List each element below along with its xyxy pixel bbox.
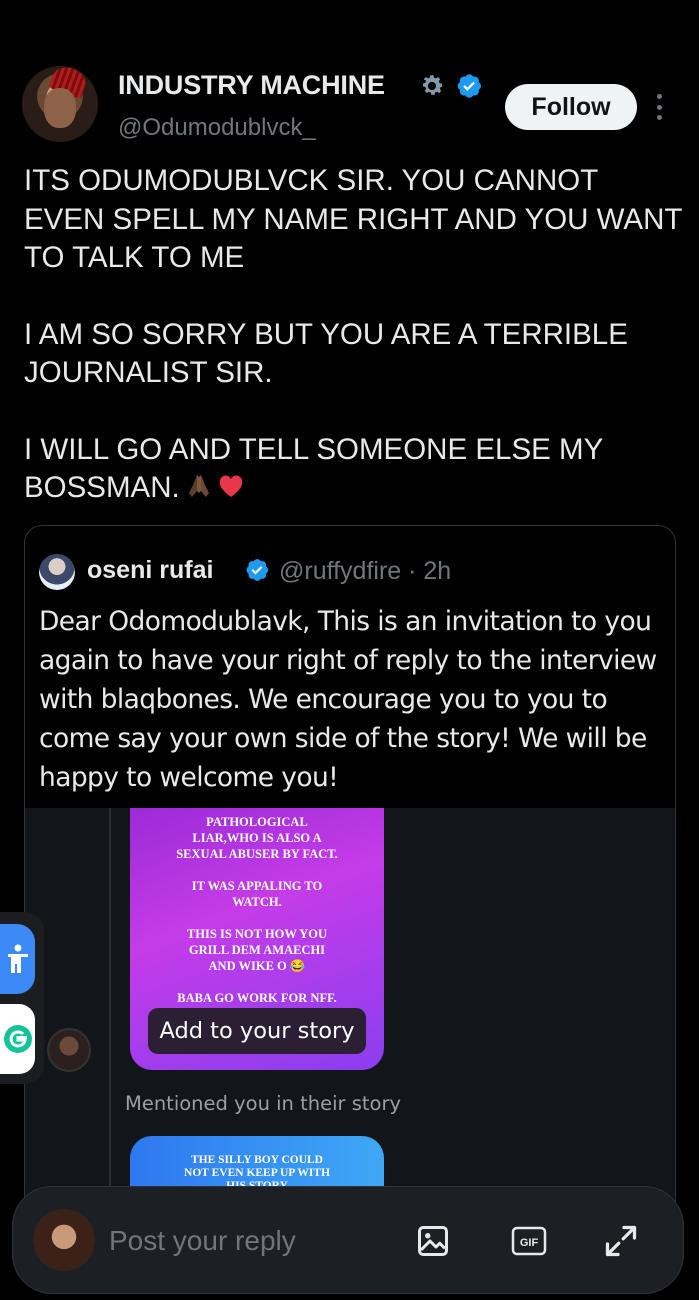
story-line: SEXUAL ABUSER BY FACT. [176, 847, 338, 861]
post-paragraph: I AM SO SORRY BUT YOU ARE A TERRIBLE JOU… [24, 317, 628, 390]
gear-icon [423, 75, 443, 95]
reply-input[interactable] [109, 1221, 389, 1261]
mentioned-label: Mentioned you in their story [125, 1092, 402, 1115]
quoted-author-avatar[interactable] [39, 554, 75, 590]
story-line: IT WAS APPALING TO [191, 879, 323, 893]
post-text: ITS ODUMODUBLVCK SIR. YOU CANNOT EVEN SP… [24, 162, 684, 508]
post-paragraph: I WILL GO AND TELL SOMEONE ELSE MY BOSSM… [24, 431, 684, 508]
author-handle[interactable]: @Odumodublvck_ [118, 114, 316, 142]
story-line: GRILL DEM AMAECHI [188, 943, 326, 957]
red-heart-emoji-icon [219, 475, 242, 497]
quoted-post-text: Dear Odomodublavk, This is an invitation… [39, 606, 657, 793]
image-icon[interactable] [415, 1223, 451, 1259]
story-reply-card: PATHOLOGICAL LIAR,WHO IS ALSO A SEXUAL A… [130, 808, 384, 1070]
story-line: BABA GO WORK FOR NFF. [177, 991, 337, 1005]
thread-line [109, 808, 111, 1224]
story-line: NOT EVEN KEEP UP WITH [184, 1167, 330, 1179]
quoted-author-handle-time: @ruffydfire · 2h [279, 557, 452, 585]
author-name[interactable]: INDUSTRY MACHINE [118, 70, 385, 101]
add-to-story-button[interactable]: Add to your story [148, 1008, 366, 1054]
post-paragraph: ITS ODUMODUBLVCK SIR. YOU CANNOT EVEN SP… [24, 164, 682, 274]
post-paragraph-text: I WILL GO AND TELL SOMEONE ELSE MY BOSSM… [24, 432, 603, 505]
grammarly-button[interactable] [0, 1004, 35, 1074]
follow-button[interactable]: Follow [505, 84, 637, 130]
story-line: THE SILLY BOY COULD [191, 1154, 323, 1166]
story-line: THIS IS NOT HOW YOU [186, 927, 328, 941]
quoted-author-name: oseni rufai [87, 556, 214, 584]
verified-badge-icon [246, 559, 269, 581]
verified-badge-icon [457, 74, 482, 98]
story-line: LIAR,WHO IS ALSO A [192, 831, 322, 845]
current-user-avatar[interactable] [33, 1209, 95, 1271]
story-sender-avatar [47, 1028, 91, 1072]
quoted-post[interactable]: oseni rufai @ruffydfire · 2h Dear Odomod… [24, 525, 676, 1225]
gif-icon[interactable]: GIF [511, 1225, 547, 1257]
story-line: PATHOLOGICAL [206, 815, 308, 829]
story-line: AND WIKE O 😂 [208, 959, 306, 973]
story-text: PATHOLOGICAL LIAR,WHO IS ALSO A SEXUAL A… [130, 814, 384, 1022]
folded-hands-emoji-icon [188, 475, 209, 497]
avatar-face [44, 88, 76, 128]
accessibility-button[interactable] [0, 924, 35, 994]
reply-composer: GIF [12, 1186, 684, 1294]
expand-icon[interactable] [603, 1223, 639, 1259]
more-vertical-icon[interactable] [652, 92, 666, 122]
author-avatar[interactable] [22, 66, 98, 142]
gif-label: GIF [520, 1237, 539, 1249]
story-line: WATCH. [232, 895, 282, 909]
grammarly-icon [3, 1025, 32, 1053]
accessibility-icon [7, 944, 28, 973]
quoted-post-media[interactable]: PATHOLOGICAL LIAR,WHO IS ALSO A SEXUAL A… [25, 808, 675, 1224]
